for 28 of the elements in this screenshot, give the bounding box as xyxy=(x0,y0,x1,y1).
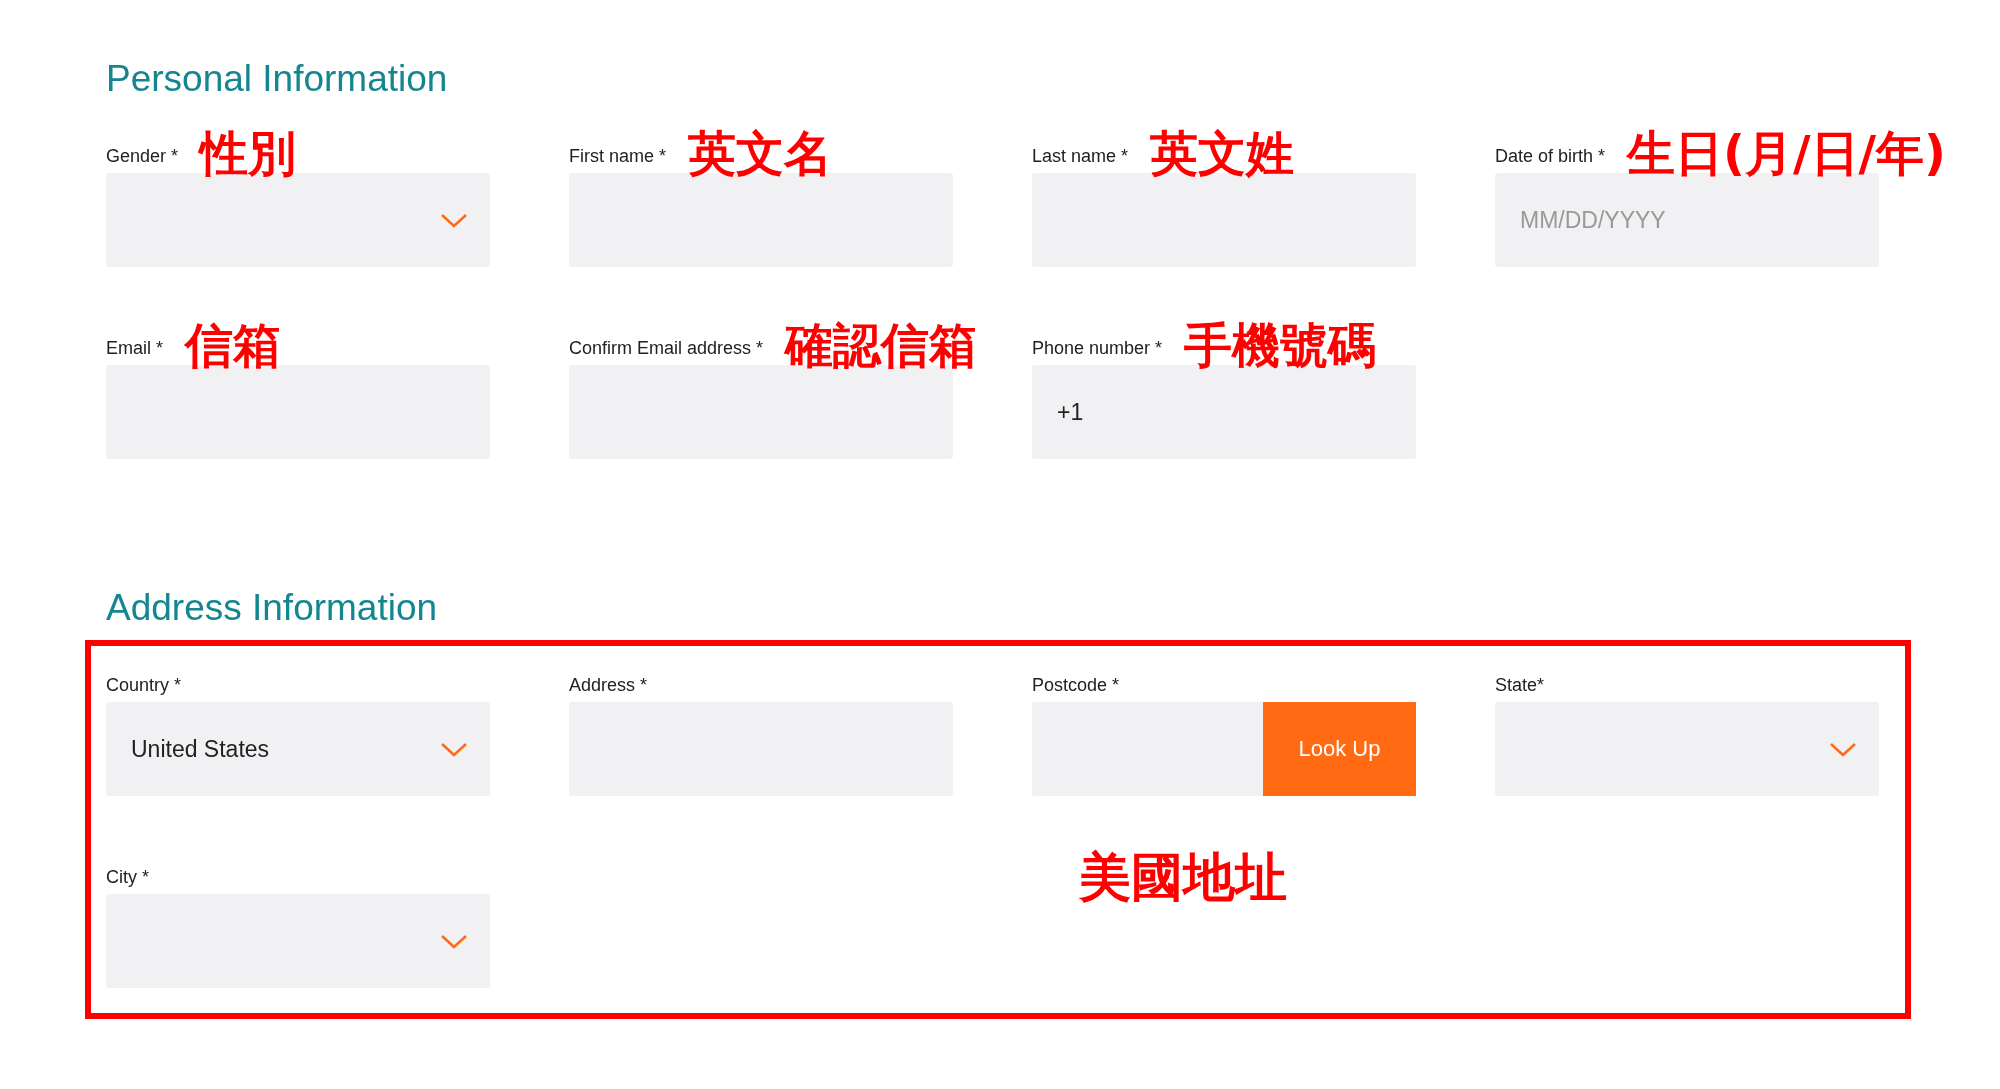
select-field[interactable]: United States xyxy=(106,702,490,796)
field-label: Last name * xyxy=(1032,145,1129,167)
chevron-down-icon xyxy=(440,933,468,949)
section-heading: Personal Information xyxy=(106,57,449,101)
chevron-down-icon xyxy=(1829,741,1857,757)
section-heading: Address Information xyxy=(106,586,439,630)
field-label: Postcode * xyxy=(1032,674,1120,696)
field-label: City * xyxy=(106,866,149,888)
field-label: Date of birth * xyxy=(1495,145,1606,167)
chevron-down-icon xyxy=(440,212,468,228)
annotation-text: 信箱 xyxy=(185,317,281,375)
annotation-text: 性別 xyxy=(200,125,297,183)
annotation-text: 美國地址 xyxy=(1079,846,1287,909)
field-label: State* xyxy=(1495,674,1545,696)
chevron-down-icon xyxy=(440,741,468,757)
field-label: Confirm Email address * xyxy=(569,337,764,359)
select-field[interactable] xyxy=(106,894,490,988)
field-label: Country * xyxy=(106,674,182,696)
field-label: Gender * xyxy=(106,145,179,167)
field-label: Email * xyxy=(106,337,163,359)
select-field[interactable] xyxy=(1495,702,1879,796)
input-field[interactable] xyxy=(1032,702,1263,796)
annotation-text: 英文姓 xyxy=(1150,125,1295,183)
field-label: Address * xyxy=(569,674,648,696)
field-label: First name * xyxy=(569,145,667,167)
annotation-text: 英文名 xyxy=(688,125,833,183)
field-label: Phone number * xyxy=(1032,337,1163,359)
annotation-text: 確認信箱 xyxy=(785,317,978,375)
